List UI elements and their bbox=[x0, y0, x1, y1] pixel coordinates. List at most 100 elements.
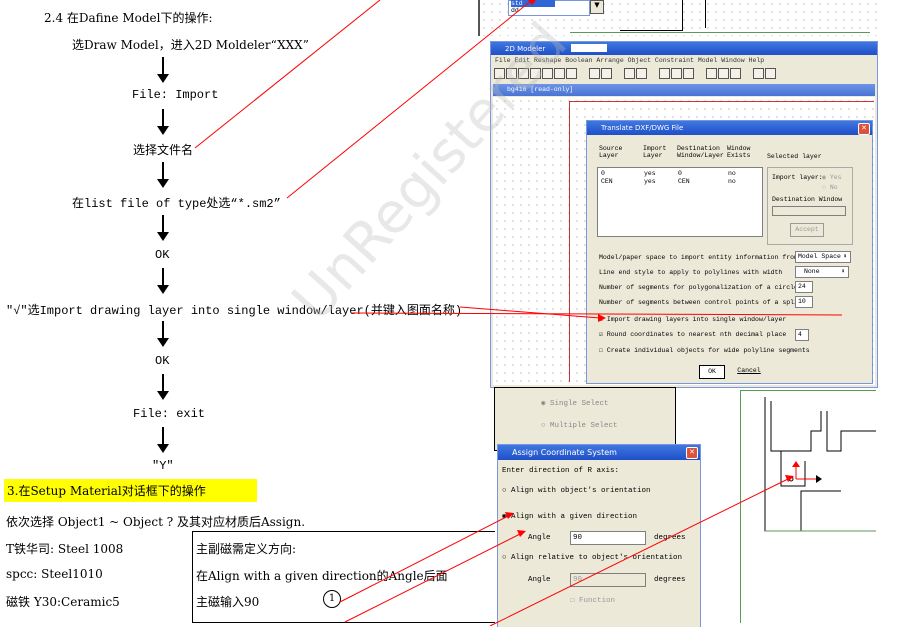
tool-icon[interactable] bbox=[589, 68, 600, 79]
import-layer-label: Import layer: bbox=[772, 174, 823, 181]
layer-list[interactable]: 0 yes 0 no CEN yes CEN no bbox=[597, 167, 763, 237]
select-objects-line: 依次选择 Object1 ~ Object ? 及其对应材质后Assign. bbox=[6, 515, 306, 529]
align-relative-radio[interactable]: ○ Align relative to object's orientation bbox=[502, 554, 682, 562]
import-layer-no-radio[interactable]: ○ No bbox=[822, 184, 838, 191]
angle-label-2: Angle bbox=[528, 576, 551, 584]
dropdown-item-dd[interactable]: dd bbox=[511, 7, 519, 14]
zoom-out-icon[interactable] bbox=[718, 68, 729, 79]
tool-icon[interactable] bbox=[554, 68, 565, 79]
tool-icon[interactable] bbox=[671, 68, 682, 79]
radio-label: Yes bbox=[829, 174, 842, 181]
tool-icon[interactable] bbox=[624, 68, 635, 79]
tool-icon[interactable] bbox=[659, 68, 670, 79]
top-screen-strip: std dd ▼ bbox=[478, 0, 877, 36]
multiple-select-radio[interactable]: ○ Multiple Select bbox=[541, 422, 618, 430]
close-icon[interactable]: ✕ bbox=[686, 447, 698, 459]
tool-icon[interactable] bbox=[683, 68, 694, 79]
opt-spline-segments-label: Number of segments between control point… bbox=[599, 299, 806, 306]
material-row-spcc: spcc: Steel1010 bbox=[6, 567, 103, 581]
opt-model-space-label: Model/paper space to import entity infor… bbox=[599, 254, 798, 261]
doc-window-titlebar: bg416 [read-only] bbox=[493, 84, 875, 96]
select-mode-panel: ◉ Single Select ○ Multiple Select bbox=[494, 387, 676, 451]
note-line-1: 主副磁需定义方向: bbox=[196, 542, 297, 556]
tool-icon[interactable] bbox=[765, 68, 776, 79]
round-coordinates-checkbox[interactable]: ☑ Round coordinates to nearest nth decim… bbox=[599, 330, 786, 338]
col-selected-layer: Selected layer bbox=[767, 153, 822, 160]
material-row-magnet: 磁铁 Y30:Ceramic5 bbox=[6, 595, 120, 609]
layer-cell: CEN bbox=[601, 178, 613, 185]
dxf-import-dialog: Translate DXF/DWG File ✕ Source Layer Imp… bbox=[586, 120, 873, 384]
zoom-in-icon[interactable] bbox=[706, 68, 717, 79]
import-single-layer-checkbox[interactable]: ☐ Import drawing layers into single wind… bbox=[599, 315, 786, 323]
geometry-drawing bbox=[740, 390, 876, 623]
tool-icon[interactable] bbox=[566, 68, 577, 79]
close-icon[interactable]: ✕ bbox=[858, 123, 870, 135]
angle-input-2[interactable]: 90 bbox=[570, 573, 646, 587]
col-destination: Destination Window/Layer bbox=[677, 145, 724, 159]
tool-icon[interactable] bbox=[636, 68, 647, 79]
radio-label: Align relative to object's orientation bbox=[511, 554, 683, 562]
opt-circle-segments-label: Number of segments for polygonalization … bbox=[599, 284, 798, 291]
radio-label: Single Select bbox=[550, 400, 609, 408]
dxf-dialog-titlebar: Translate DXF/DWG File ✕ bbox=[587, 121, 872, 135]
acs-title: Assign Coordinate System bbox=[512, 448, 617, 457]
degrees-label: degrees bbox=[654, 534, 686, 542]
dropdown-list[interactable]: std dd bbox=[508, 0, 590, 16]
align-given-direction-radio[interactable]: ◉ Align with a given direction bbox=[502, 511, 637, 521]
angle-label: Angle bbox=[528, 534, 551, 542]
dxf-dialog-title: Translate DXF/DWG File bbox=[601, 124, 684, 132]
individual-objects-checkbox[interactable]: ☐ Create individual objects for wide pol… bbox=[599, 346, 810, 354]
tool-icon[interactable] bbox=[518, 68, 529, 79]
layer-cell: CEN bbox=[678, 178, 690, 185]
spline-segments-input[interactable]: 10 bbox=[795, 296, 813, 308]
tool-icon[interactable] bbox=[601, 68, 612, 79]
tool-icon[interactable] bbox=[542, 68, 553, 79]
chevron-down-icon: ⬍ bbox=[841, 268, 845, 275]
zoom-fit-icon[interactable] bbox=[730, 68, 741, 79]
doc-window-title: bg416 [read-only] bbox=[507, 86, 574, 93]
tool-icon[interactable] bbox=[494, 68, 505, 79]
down-arrow-icon bbox=[157, 268, 169, 294]
radio-label: No bbox=[829, 184, 838, 191]
tool-icon[interactable] bbox=[753, 68, 764, 79]
section-3-title: 3.在Setup Material对话框下的操作 bbox=[4, 479, 257, 502]
layer-cell: no bbox=[728, 170, 736, 177]
col-import-layer: Import Layer bbox=[643, 145, 667, 159]
drawing-line bbox=[705, 0, 706, 28]
tool-icon[interactable] bbox=[506, 68, 517, 79]
flow-step-file-import: File: Import bbox=[132, 88, 219, 102]
down-arrow-icon bbox=[157, 215, 169, 241]
down-arrow-icon bbox=[157, 162, 169, 188]
line-end-select[interactable]: None ⬍ bbox=[795, 266, 849, 278]
accept-button[interactable]: Accept bbox=[790, 223, 824, 237]
dropdown-item-std[interactable]: std bbox=[511, 0, 555, 7]
flow-step-ok-2: OK bbox=[155, 354, 170, 368]
layer-cell: 0 bbox=[601, 170, 605, 177]
selected-layer-group: Import layer: ◉ Yes ○ No Destination Win… bbox=[767, 167, 853, 245]
flow-step-choose-file: 选择文件名 bbox=[133, 143, 194, 157]
radio-label: Align with object's orientation bbox=[511, 487, 651, 495]
geometry-drawing-svg bbox=[764, 397, 876, 532]
layer-cell: 0 bbox=[678, 170, 682, 177]
single-select-radio[interactable]: ◉ Single Select bbox=[541, 398, 609, 408]
cancel-button[interactable]: Cancel bbox=[733, 365, 765, 377]
material-row-washer: T铁华司: Steel 1008 bbox=[6, 542, 124, 556]
circle-segments-input[interactable]: 24 bbox=[795, 281, 813, 293]
destination-window-field[interactable] bbox=[772, 206, 846, 216]
chevron-down-icon[interactable]: ▼ bbox=[590, 0, 604, 14]
modeler-menubar[interactable]: File Edit Reshape Boolean Arrange Object… bbox=[495, 57, 764, 64]
import-layer-yes-radio[interactable]: ◉ Yes bbox=[822, 173, 842, 181]
angle-input[interactable]: 90 bbox=[570, 531, 646, 545]
down-arrow-icon bbox=[157, 57, 169, 83]
note-line-2: 在Align with a given direction的Angle后面 bbox=[196, 569, 448, 583]
decimal-place-input[interactable]: 4 bbox=[795, 329, 809, 341]
down-arrow-icon bbox=[157, 374, 169, 400]
tool-icon[interactable] bbox=[530, 68, 541, 79]
chevron-down-icon: ⬍ bbox=[843, 253, 847, 260]
function-checkbox[interactable]: ☐ Function bbox=[570, 595, 615, 605]
modeler-title: 2D Modeler bbox=[505, 45, 546, 53]
ok-button[interactable]: OK bbox=[699, 365, 725, 379]
opt-line-end-label: Line end style to apply to polylines wit… bbox=[599, 269, 783, 276]
align-object-radio[interactable]: ○ Align with object's orientation bbox=[502, 487, 651, 495]
model-space-select[interactable]: Model Space ⬍ bbox=[795, 251, 851, 263]
